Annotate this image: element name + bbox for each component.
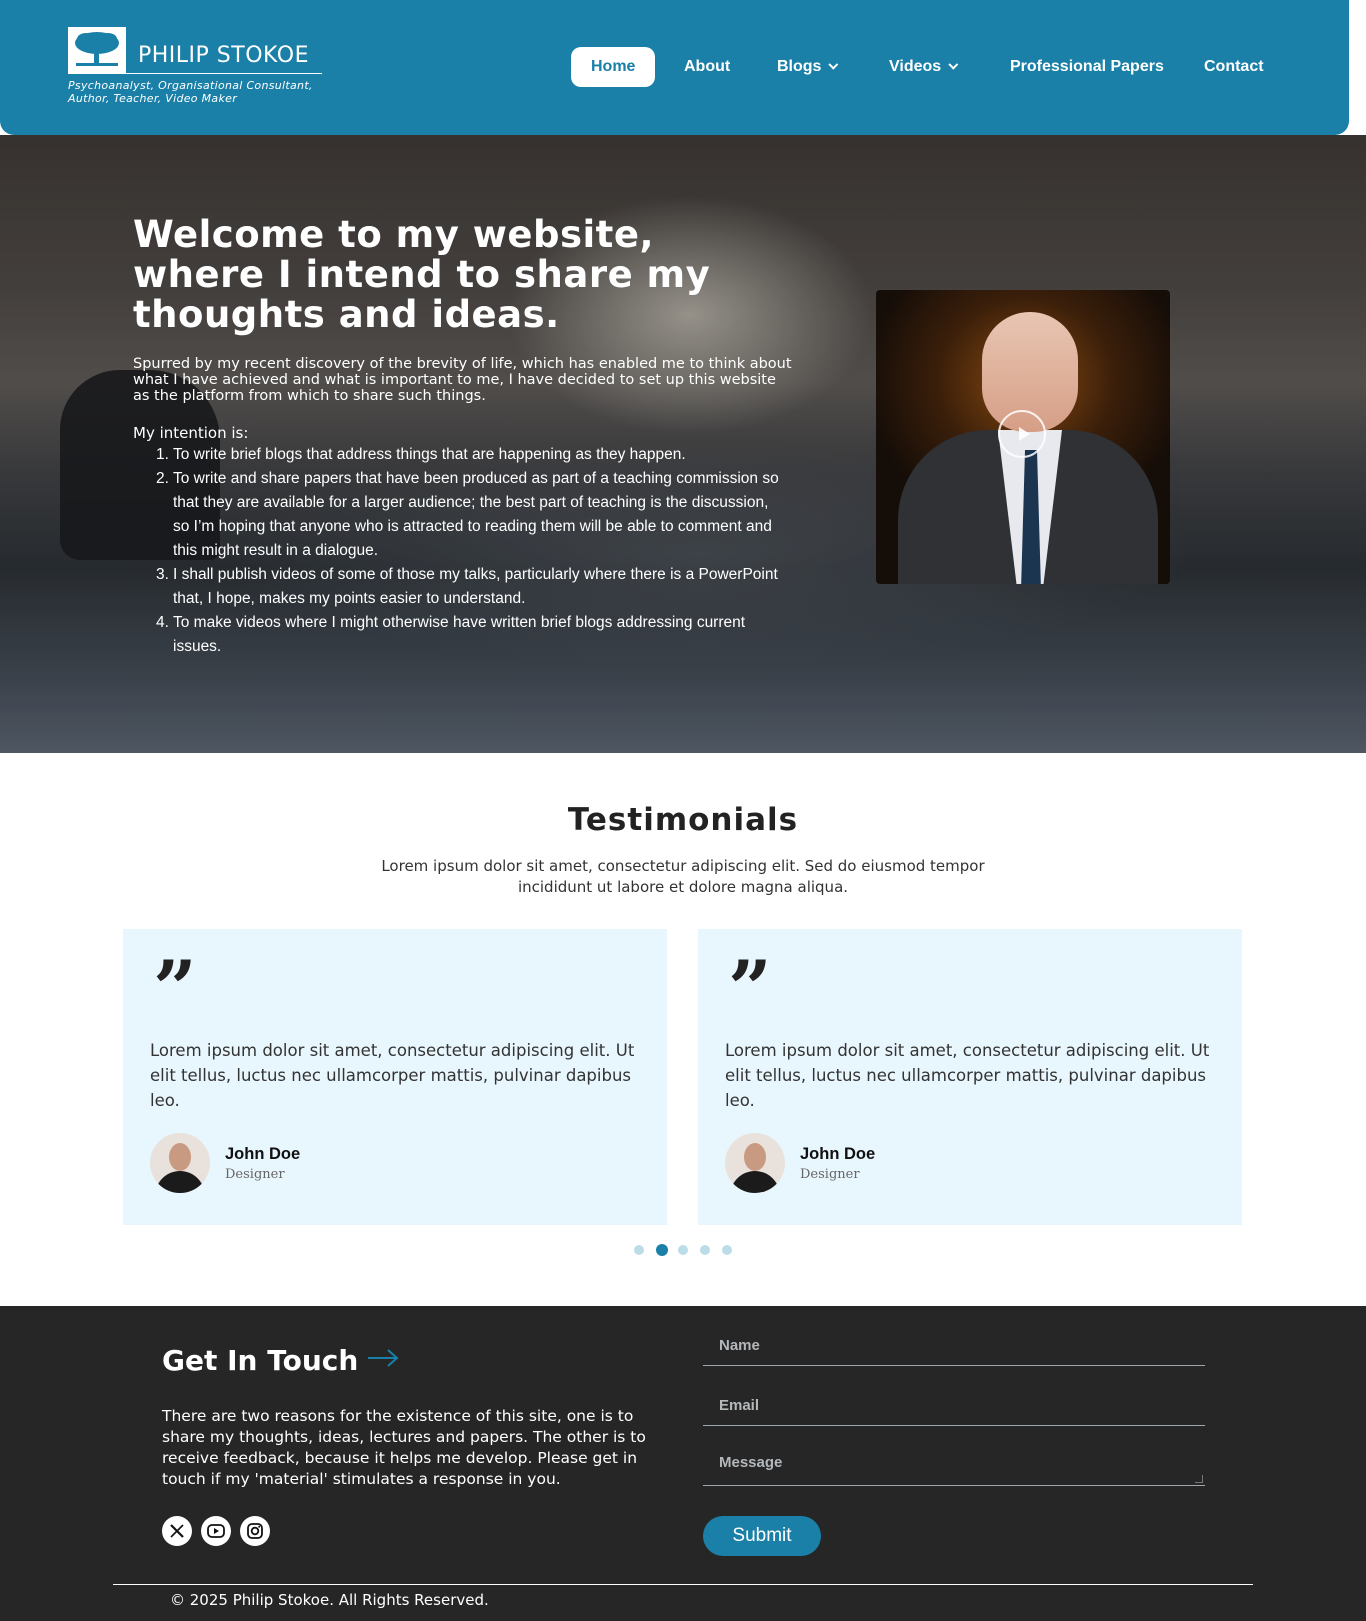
hero-section: Welcome to my website, where I intend to… [0, 135, 1366, 753]
email-input[interactable] [703, 1386, 1205, 1425]
list-item-text: To write brief blogs that address things… [173, 446, 686, 463]
email-field [703, 1386, 1205, 1426]
pagination-dot[interactable] [634, 1245, 644, 1255]
intro-video[interactable] [876, 290, 1170, 584]
x-icon[interactable] [162, 1516, 192, 1546]
message-input[interactable] [703, 1440, 1205, 1485]
avatar [150, 1133, 210, 1193]
site-header: PHILIP STOKOE Psychoanalyst, Organisatio… [0, 0, 1349, 135]
youtube-icon[interactable] [201, 1516, 231, 1546]
quote-icon: ” [728, 944, 772, 1033]
nav-professional-papers-label: Professional Papers [1010, 58, 1164, 75]
pagination-dot[interactable] [656, 1244, 668, 1256]
testimonial-name: John Doe [225, 1145, 301, 1163]
hero-intro: Spurred by my recent discovery of the br… [133, 356, 792, 404]
nav-blogs-label: Blogs [777, 58, 822, 75]
hero-title: Welcome to my website, where I intend to… [133, 213, 711, 336]
testimonial-card: ” Lorem ipsum dolor sit amet, consectetu… [123, 929, 667, 1225]
list-item-text: To write and share papers that have been… [173, 470, 779, 559]
list-item: 2. To write and share papers that have be… [156, 470, 779, 559]
testimonial-text: Lorem ipsum dolor sit amet, consectetur … [725, 1041, 1210, 1110]
play-icon[interactable] [998, 410, 1046, 458]
nav-videos[interactable]: Videos [889, 47, 959, 87]
testimonials-title: Testimonials [567, 802, 799, 838]
intention-label: My intention is: [133, 424, 249, 442]
testimonial-role: Designer [800, 1167, 860, 1182]
name-field [703, 1326, 1205, 1366]
list-item: 3. I shall publish videos of some of thos… [156, 566, 778, 607]
instagram-icon[interactable] [240, 1516, 270, 1546]
pagination-dot[interactable] [678, 1245, 688, 1255]
quote-icon: ” [153, 944, 197, 1033]
footer-divider [113, 1584, 1253, 1585]
nav-about-label: About [684, 58, 731, 75]
avatar [725, 1133, 785, 1193]
carousel-pagination [634, 1244, 734, 1257]
resize-handle[interactable] [1195, 1475, 1203, 1483]
list-item: 1. To write brief blogs that address thin… [156, 446, 686, 463]
brand-tagline: Psychoanalyst, Organisational Consultant… [68, 79, 313, 105]
contact-title: Get In Touch [162, 1344, 359, 1377]
nav-professional-papers[interactable]: Professional Papers [1010, 47, 1164, 87]
arrow-right-icon [368, 1349, 399, 1367]
contact-footer: Get In Touch There are two reasons for t… [0, 1306, 1366, 1621]
intention-list: 1. To write brief blogs that address thin… [152, 443, 782, 659]
nav-about[interactable]: About [684, 47, 730, 87]
list-item: 4. To make videos where I might otherwise… [156, 614, 746, 655]
message-field [703, 1440, 1205, 1486]
logo-divider [68, 73, 322, 74]
nav-home-label: Home [591, 58, 636, 75]
nav-blogs[interactable]: Blogs [777, 47, 839, 87]
brand-name: PHILIP STOKOE [138, 43, 309, 68]
chevron-down-icon [948, 59, 959, 70]
nav-videos-label: Videos [889, 58, 942, 75]
testimonial-role: Designer [225, 1167, 285, 1182]
copyright: © 2025 Philip Stokoe. All Rights Reserve… [170, 1591, 489, 1609]
name-input[interactable] [703, 1326, 1205, 1365]
testimonial-text: Lorem ipsum dolor sit amet, consectetur … [150, 1041, 635, 1110]
pagination-dot[interactable] [722, 1245, 732, 1255]
testimonial-name: John Doe [800, 1145, 876, 1163]
pagination-dot[interactable] [700, 1245, 710, 1255]
contact-text: There are two reasons for the existence … [162, 1407, 646, 1488]
submit-button[interactable]: Submit [703, 1516, 821, 1556]
testimonial-card: ” Lorem ipsum dolor sit amet, consectetu… [698, 929, 1242, 1225]
tree-icon [68, 27, 126, 73]
list-item-text: I shall publish videos of some of those … [173, 566, 778, 607]
nav-home[interactable]: Home [571, 47, 656, 87]
nav-contact[interactable]: Contact [1204, 47, 1264, 87]
site-logo[interactable]: PHILIP STOKOE Psychoanalyst, Organisatio… [68, 27, 322, 107]
list-item-text: To make videos where I might otherwise h… [173, 614, 746, 655]
chevron-down-icon [828, 59, 839, 70]
testimonials-subtitle: Lorem ipsum dolor sit amet, consectetur … [381, 857, 985, 896]
nav-contact-label: Contact [1204, 58, 1264, 75]
